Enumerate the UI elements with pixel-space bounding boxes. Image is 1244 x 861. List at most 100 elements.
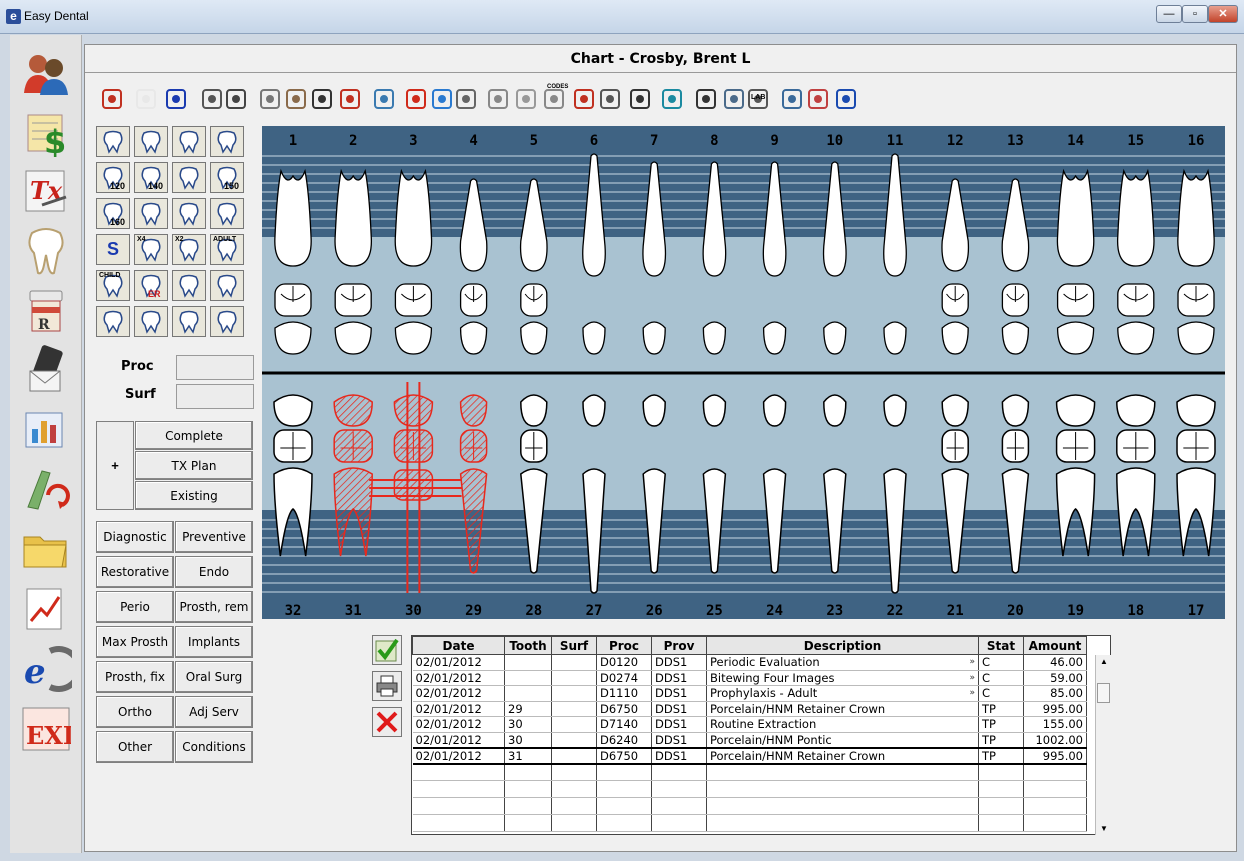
tool-button-r5c3[interactable] <box>210 306 244 337</box>
stethoscope-icon[interactable] <box>597 86 623 112</box>
surf-input[interactable] <box>176 384 254 409</box>
tool-button-r2c0[interactable]: 160 <box>96 198 130 229</box>
help-icon[interactable] <box>833 86 859 112</box>
tool-button-r3c0[interactable]: S <box>96 234 130 265</box>
patient-info-icon[interactable] <box>337 86 363 112</box>
tool-button-r2c1[interactable] <box>134 198 168 229</box>
column-header[interactable]: Description <box>706 636 979 655</box>
table-row[interactable]: 02/01/2012 30 D7140 DDS1 Routine Extraction T… <box>412 716 1087 733</box>
category-prosth-fix-button[interactable]: Prosth, fix <box>96 661 174 693</box>
tool-button-r5c1[interactable] <box>134 306 168 337</box>
patient-select-icon[interactable] <box>99 86 125 112</box>
tool-button-r3c2[interactable]: X2 <box>172 234 206 265</box>
tool-button-r0c2[interactable] <box>172 126 206 157</box>
table-row-empty[interactable] <box>412 797 1087 815</box>
category-other-button[interactable]: Other <box>96 731 174 763</box>
minimize-button[interactable]: — <box>1156 5 1182 23</box>
category-restorative-button[interactable]: Restorative <box>96 556 174 588</box>
treatment-plan-icon[interactable]: Tx <box>20 165 72 217</box>
print-icon[interactable] <box>199 86 225 112</box>
category-implants-button[interactable]: Implants <box>175 626 253 658</box>
perio-icon[interactable] <box>283 86 309 112</box>
tool-button-r0c0[interactable] <box>96 126 130 157</box>
table-row[interactable]: 02/01/2012 30 D6240 DDS1 Porcelain/HNM Ponti… <box>412 732 1087 748</box>
category-adj-serv-button[interactable]: Adj Serv <box>175 696 253 728</box>
billing-icon[interactable]: $ <box>20 107 72 159</box>
tool-button-r4c2[interactable] <box>172 270 206 301</box>
category-oral-surg-button[interactable]: Oral Surg <box>175 661 253 693</box>
instruments-icon[interactable] <box>257 86 283 112</box>
table-row[interactable]: 02/01/2012 D0274 DDS1 Bitewing Four Images »… <box>412 670 1087 686</box>
table-row-empty[interactable] <box>412 780 1087 798</box>
table-row[interactable]: 02/01/2012 D1110 DDS1 Prophylaxis - Adult » C… <box>412 685 1087 702</box>
image-icon[interactable] <box>721 86 747 112</box>
tool-button-r0c3[interactable] <box>210 126 244 157</box>
print-icon[interactable] <box>372 671 402 701</box>
category-preventive-button[interactable]: Preventive <box>175 521 253 553</box>
tool-button-r1c3[interactable]: 150 <box>210 162 244 193</box>
table-row[interactable]: 02/01/2012 31 D6750 DDS1 Porcelain/HNM Retai… <box>412 746 1087 765</box>
tool-button-r4c3[interactable] <box>210 270 244 301</box>
table-row[interactable]: 02/01/2012 29 D6750 DDS1 Porcelain/HNM Retai… <box>412 701 1087 717</box>
column-header[interactable]: Date <box>412 636 505 655</box>
category-prosth-rem-button[interactable]: Prosth, rem <box>175 591 253 623</box>
notes-icon[interactable] <box>403 86 429 112</box>
proc-input[interactable] <box>176 355 254 380</box>
tool-button-r1c0[interactable]: 120 <box>96 162 130 193</box>
analytics-icon[interactable] <box>20 583 72 635</box>
tooth-chart-icon[interactable] <box>20 225 72 277</box>
clipboard-icon[interactable] <box>223 86 249 112</box>
category-endo-button[interactable]: Endo <box>175 556 253 588</box>
communication-icon[interactable] <box>20 343 72 395</box>
tool-button-r1c1[interactable]: 140 <box>134 162 168 193</box>
category-diagnostic-button[interactable]: Diagnostic <box>96 521 174 553</box>
search-patient-icon[interactable] <box>309 86 335 112</box>
more-marker[interactable]: » <box>969 686 975 700</box>
category-max-prosth-button[interactable]: Max Prosth <box>96 626 174 658</box>
exit-icon[interactable]: EXIT <box>20 703 72 755</box>
status-plus-button[interactable]: + <box>96 421 134 510</box>
column-header[interactable]: Stat <box>978 636 1024 655</box>
complete-button[interactable]: Complete <box>135 421 253 450</box>
settings-icon[interactable] <box>779 86 805 112</box>
existing-button[interactable]: Existing <box>135 481 253 510</box>
connect-icon[interactable] <box>20 463 72 515</box>
scrollbar-thumb[interactable] <box>1097 683 1110 703</box>
tool-button-r1c2[interactable] <box>172 162 206 193</box>
category-ortho-button[interactable]: Ortho <box>96 696 174 728</box>
refresh-icon[interactable] <box>659 86 685 112</box>
documents-icon[interactable] <box>20 523 72 575</box>
medical-alert-icon[interactable] <box>133 86 159 112</box>
delete-icon[interactable] <box>372 707 402 737</box>
more-marker[interactable]: » <box>969 671 975 685</box>
patients-icon[interactable] <box>20 47 72 99</box>
colors-icon[interactable] <box>805 86 831 112</box>
close-button[interactable]: ✕ <box>1208 5 1238 23</box>
tooth-chart[interactable]: 1 2 3 4 5 6 7 8 9 10 11 12 13 14 15 1632 31 30 29 28 27 26 25 2… <box>262 126 1225 619</box>
tool-button-r3c1[interactable]: X4 <box>134 234 168 265</box>
tool-button-r0c1[interactable] <box>134 126 168 157</box>
column-header[interactable]: Surf <box>551 636 597 655</box>
appointment-icon[interactable] <box>371 86 397 112</box>
maximize-button[interactable]: ▫ <box>1182 5 1208 23</box>
tool-button-r5c2[interactable] <box>172 306 206 337</box>
lab-icon[interactable]: LAB <box>745 86 771 112</box>
xray-icon[interactable] <box>485 86 511 112</box>
table-scrollbar[interactable]: ▲ ▼ <box>1095 655 1111 835</box>
tool-button-r5c0[interactable] <box>96 306 130 337</box>
email-icon[interactable] <box>453 86 479 112</box>
tool-button-r4c0[interactable]: CHILD <box>96 270 130 301</box>
message-icon[interactable] <box>429 86 455 112</box>
continuing-care-icon[interactable] <box>627 86 653 112</box>
column-header[interactable]: Amount <box>1023 636 1087 655</box>
table-row-empty[interactable] <box>412 763 1087 781</box>
category-perio-button[interactable]: Perio <box>96 591 174 623</box>
codes-tooth-icon[interactable]: CODES <box>541 84 568 112</box>
implant-icon[interactable] <box>513 86 539 112</box>
flag-icon[interactable] <box>163 86 189 112</box>
tool-button-r2c2[interactable] <box>172 198 206 229</box>
more-marker[interactable]: » <box>969 655 975 669</box>
tx-plan-button[interactable]: TX Plan <box>135 451 253 480</box>
column-header[interactable]: Prov <box>651 636 707 655</box>
table-row[interactable]: 02/01/2012 D0120 DDS1 Periodic Evaluation » C… <box>412 654 1087 671</box>
